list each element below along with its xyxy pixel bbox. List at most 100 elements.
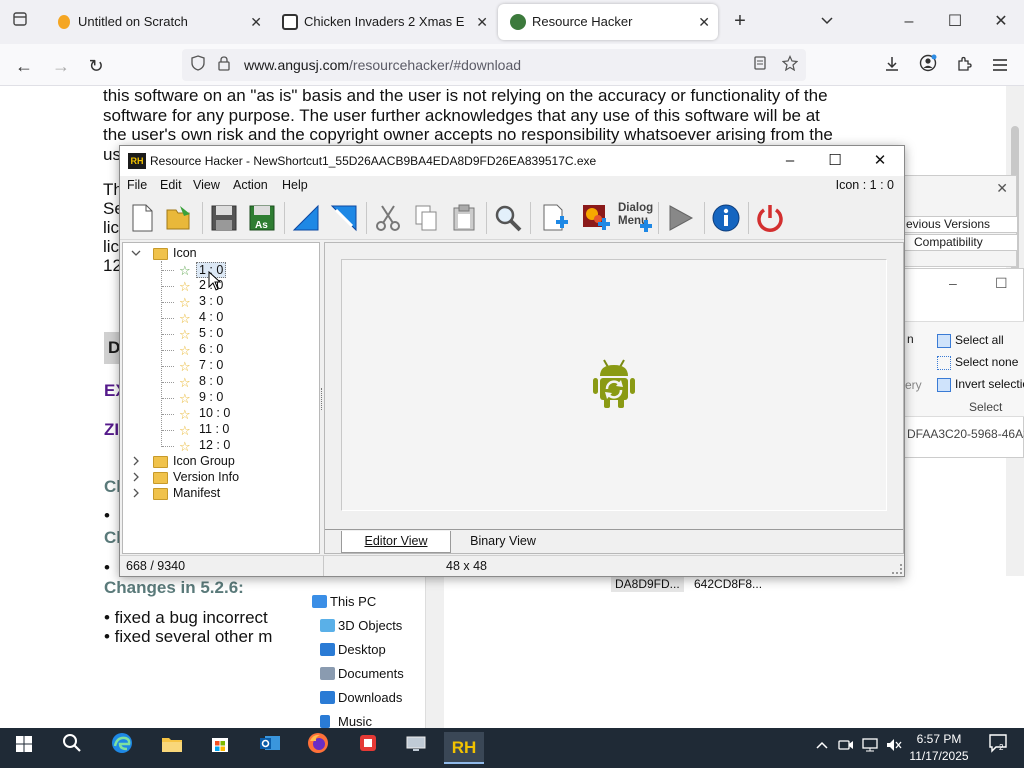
tree-node-icon-entry[interactable]: 5 : 0 xyxy=(199,326,223,340)
tree-node-icon-entry[interactable]: 3 : 0 xyxy=(199,294,223,308)
tab-chicken-invaders[interactable]: Chicken Invaders 2 Xmas Edition ✕ xyxy=(270,4,496,40)
tree-node-icon-entry[interactable]: 11 : 0 xyxy=(199,422,229,436)
bookmark-star-icon[interactable] xyxy=(780,55,800,75)
shield-icon[interactable] xyxy=(188,55,208,75)
hamburger-menu-icon[interactable] xyxy=(986,52,1014,80)
resource-hacker-taskbar-icon[interactable]: RH xyxy=(444,732,484,764)
add-resource-icon[interactable] xyxy=(538,202,570,234)
file-cell[interactable]: 642CD8F8... xyxy=(690,576,766,592)
tree-node-icon[interactable]: Icon xyxy=(173,246,197,260)
search-magnifier-icon[interactable] xyxy=(492,202,524,234)
tab-resource-hacker[interactable]: Resource Hacker ✕ xyxy=(498,4,718,40)
downloads-icon[interactable] xyxy=(878,52,906,80)
back-button[interactable]: ← xyxy=(10,52,38,80)
remote-desktop-icon[interactable] xyxy=(396,732,436,764)
reader-view-icon[interactable] xyxy=(750,55,770,75)
save-as-icon[interactable]: As xyxy=(246,202,278,234)
maximize-icon[interactable]: ☐ xyxy=(995,275,1008,292)
compile-arrow-icon[interactable] xyxy=(290,202,322,234)
new-file-icon[interactable] xyxy=(126,202,158,234)
tab-editor-view[interactable]: Editor View xyxy=(341,531,451,553)
edge-browser-icon[interactable] xyxy=(102,732,142,764)
nav-3d-objects[interactable]: 3D Objects xyxy=(320,618,402,633)
tree-node-icon-group[interactable]: Icon Group xyxy=(173,454,235,468)
close-tab-icon[interactable]: ✕ xyxy=(698,4,710,40)
chevron-down-icon[interactable] xyxy=(815,10,839,34)
outlook-mail-icon[interactable] xyxy=(250,732,290,764)
expand-chevron-icon[interactable] xyxy=(131,456,141,469)
run-script-play-icon[interactable] xyxy=(664,202,696,234)
paste-clipboard-icon[interactable] xyxy=(448,202,480,234)
invert-selection-button[interactable]: Invert selectio xyxy=(955,377,1024,391)
expand-chevron-icon[interactable] xyxy=(131,488,141,501)
menu-help[interactable]: Help xyxy=(282,178,308,192)
tab-list-icon[interactable] xyxy=(8,10,32,34)
network-icon[interactable] xyxy=(862,738,878,755)
rh-maximize-button[interactable]: ☐ xyxy=(815,148,855,174)
save-icon[interactable] xyxy=(208,202,240,234)
zip-download-link[interactable]: ZI xyxy=(104,420,119,440)
system-clock[interactable]: 6:57 PM 11/17/2025 xyxy=(904,731,974,765)
account-icon[interactable] xyxy=(914,52,942,80)
lock-icon[interactable] xyxy=(214,55,234,75)
microsoft-store-icon[interactable] xyxy=(200,732,240,764)
tree-node-icon-entry[interactable]: 8 : 0 xyxy=(199,374,223,388)
tab-previous-versions[interactable]: evious Versions xyxy=(901,216,1018,233)
tree-node-icon-entry[interactable]: 6 : 0 xyxy=(199,342,223,356)
power-exit-icon[interactable] xyxy=(754,202,786,234)
rh-close-button[interactable]: ✕ xyxy=(860,148,900,174)
tree-node-icon-entry[interactable]: 10 : 0 xyxy=(199,406,230,420)
rh-title-bar[interactable]: RH Resource Hacker - NewShortcut1_55D26A… xyxy=(120,146,904,176)
show-hidden-icons-chevron-icon[interactable] xyxy=(816,738,828,753)
close-tab-icon[interactable]: ✕ xyxy=(250,4,262,40)
menu-file[interactable]: File xyxy=(127,178,147,192)
close-icon[interactable]: ✕ xyxy=(996,180,1008,197)
search-icon[interactable] xyxy=(52,732,92,764)
file-explorer-icon[interactable] xyxy=(152,732,192,764)
select-none-button[interactable]: Select none xyxy=(955,355,1018,369)
webcam-icon[interactable] xyxy=(838,738,854,755)
cut-scissors-icon[interactable] xyxy=(372,202,404,234)
notifications-icon[interactable]: 2 xyxy=(978,732,1018,764)
start-windows-icon[interactable] xyxy=(4,732,44,764)
copy-icon[interactable] xyxy=(410,202,442,234)
red-app-icon[interactable] xyxy=(348,732,388,764)
tree-node-icon-entry[interactable]: 7 : 0 xyxy=(199,358,223,372)
forward-button[interactable]: → xyxy=(47,52,75,80)
open-folder-icon[interactable] xyxy=(164,202,196,234)
nav-desktop[interactable]: Desktop xyxy=(320,642,386,657)
go-arrow-icon[interactable] xyxy=(328,202,360,234)
minimize-button[interactable]: – xyxy=(894,8,924,36)
volume-muted-icon[interactable] xyxy=(886,738,902,755)
info-icon[interactable] xyxy=(710,202,742,234)
tab-compatibility[interactable]: Compatibility xyxy=(901,234,1018,251)
url-bar[interactable]: www.angusj.com/resourcehacker/#download xyxy=(182,49,806,81)
tab-scratch[interactable]: Untitled on Scratch ✕ xyxy=(44,4,270,40)
nav-music[interactable]: Music xyxy=(320,714,372,729)
new-tab-button[interactable]: + xyxy=(728,10,752,34)
close-tab-icon[interactable]: ✕ xyxy=(476,4,488,40)
add-image-resource-icon[interactable] xyxy=(580,202,612,234)
nav-downloads[interactable]: Downloads xyxy=(320,690,402,705)
tree-node-icon-entry[interactable]: 12 : 0 xyxy=(199,438,230,452)
minimize-icon[interactable]: – xyxy=(949,275,957,291)
file-cell[interactable]: DA8D9FD... xyxy=(611,576,684,592)
tab-binary-view[interactable]: Binary View xyxy=(453,531,553,553)
rh-minimize-button[interactable]: – xyxy=(770,148,810,174)
collapse-chevron-icon[interactable] xyxy=(131,248,141,261)
menu-edit[interactable]: Edit xyxy=(160,178,182,192)
close-window-button[interactable]: ✕ xyxy=(986,8,1016,36)
nav-documents[interactable]: Documents xyxy=(320,666,404,681)
tree-node-icon-entry[interactable]: 9 : 0 xyxy=(199,390,223,404)
tree-node-icon-entry[interactable]: 4 : 0 xyxy=(199,310,223,324)
tree-node-version-info[interactable]: Version Info xyxy=(173,470,239,484)
nav-this-pc[interactable]: This PC xyxy=(312,594,376,609)
firefox-icon[interactable] xyxy=(298,732,338,764)
menu-view[interactable]: View xyxy=(193,178,220,192)
reload-button[interactable]: ↻ xyxy=(82,52,110,80)
expand-chevron-icon[interactable] xyxy=(131,472,141,485)
url-text[interactable]: www.angusj.com/resourcehacker/#download xyxy=(244,57,521,73)
resize-grip[interactable] xyxy=(892,564,902,574)
menu-action[interactable]: Action xyxy=(233,178,268,192)
select-all-button[interactable]: Select all xyxy=(955,333,1004,347)
